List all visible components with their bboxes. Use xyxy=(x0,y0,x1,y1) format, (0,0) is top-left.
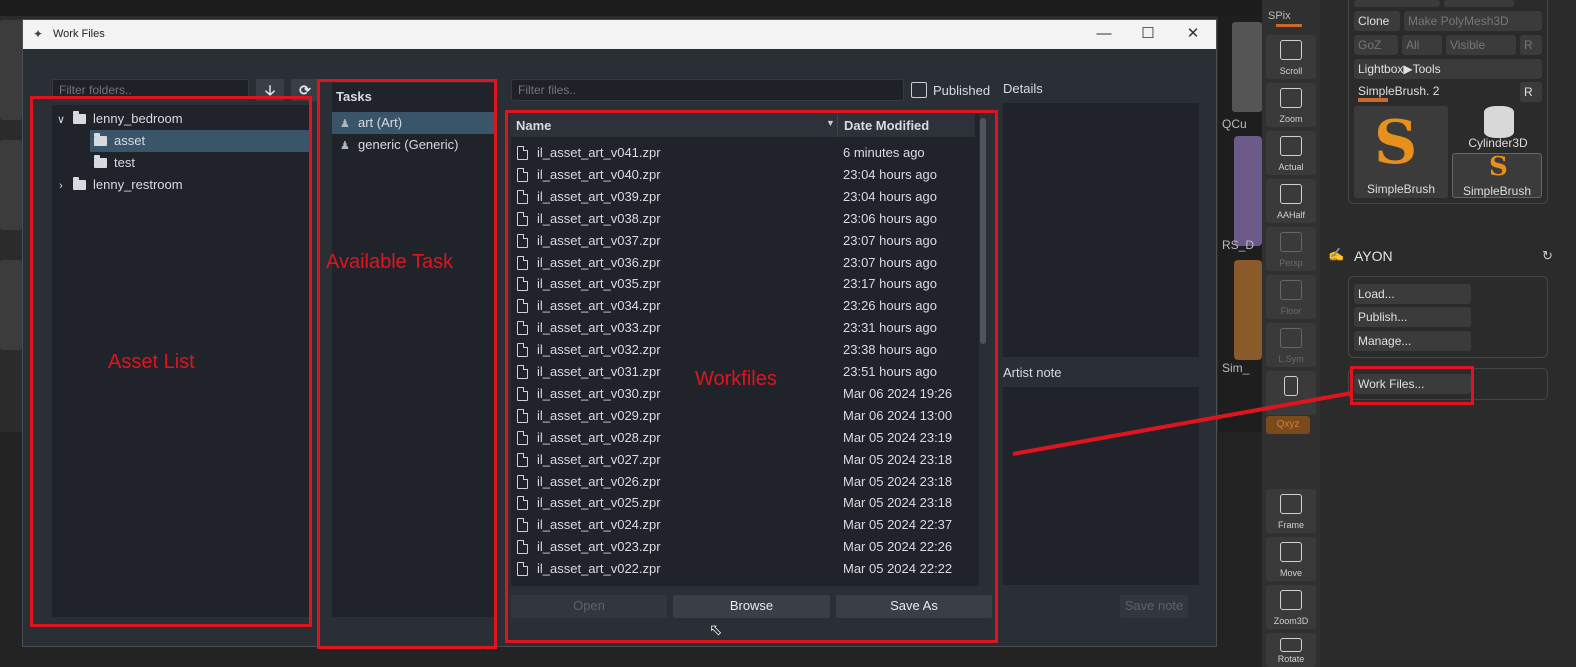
file-filter-input[interactable] xyxy=(511,79,904,101)
details-header: Details xyxy=(1003,81,1043,96)
ayon-title: AYON xyxy=(1354,248,1393,264)
published-checkbox[interactable] xyxy=(911,82,927,98)
make-polymesh-button[interactable]: Make PolyMesh3D xyxy=(1404,11,1542,31)
workfiles-annotation: Workfiles xyxy=(695,368,777,390)
close-button[interactable]: ✕ xyxy=(1182,24,1204,44)
lightbox-tools-button[interactable]: Lightbox▶Tools xyxy=(1354,59,1542,79)
save-note-button[interactable]: Save note xyxy=(1120,595,1188,618)
minimize-button[interactable]: — xyxy=(1093,24,1115,44)
side-label: QCu xyxy=(1222,117,1247,131)
mouse-cursor-icon: ⬁ xyxy=(709,622,723,639)
app-icon: ✦ xyxy=(33,27,44,41)
persp-icon xyxy=(1280,232,1302,252)
lsym-icon xyxy=(1280,328,1302,348)
aahalf-icon xyxy=(1280,184,1302,204)
title-bar: ✦ Work Files — ☐ ✕ xyxy=(23,20,1216,49)
scroll-icon xyxy=(1280,40,1302,60)
published-label: Published xyxy=(933,83,991,98)
simplebrush-s-small-icon: S xyxy=(1489,152,1508,182)
persp-tool[interactable]: Persp xyxy=(1266,227,1316,271)
rotate-icon xyxy=(1280,638,1302,652)
r-button[interactable]: R xyxy=(1520,82,1542,102)
asset-list-annotation: Asset List xyxy=(108,351,195,373)
spix-label: SPix xyxy=(1268,10,1291,22)
xyz-toggle[interactable]: Qxyz xyxy=(1266,416,1310,434)
work-files-button-highlight xyxy=(1350,366,1474,405)
import-button[interactable] xyxy=(1354,0,1440,7)
zoom3d-tool[interactable]: Zoom3D xyxy=(1266,585,1316,629)
frame-tool[interactable]: Frame xyxy=(1266,489,1316,533)
artist-note-label: Artist note xyxy=(1003,365,1062,380)
lock-icon xyxy=(1284,376,1298,396)
maximize-button[interactable]: ☐ xyxy=(1137,24,1159,44)
refresh-icon[interactable]: ↻ xyxy=(1542,248,1553,264)
move-tool[interactable]: Move xyxy=(1266,537,1316,581)
aahalf-tool[interactable]: AAHalf xyxy=(1266,179,1316,223)
background-thumbnail xyxy=(0,20,22,120)
simplebrush-s-icon: S xyxy=(1374,108,1418,178)
all-button[interactable]: All xyxy=(1402,35,1442,55)
simplebrush-small-thumbnail[interactable]: S SimpleBrush xyxy=(1452,152,1542,198)
scroll-tool[interactable]: Scroll xyxy=(1266,35,1316,79)
window-title: Work Files xyxy=(53,28,105,40)
background-thumb-column: QCu RS_D Sim_ xyxy=(1218,16,1262,432)
actual-icon xyxy=(1280,136,1302,156)
simplebrush-slider-fill xyxy=(1358,98,1388,102)
export-button[interactable] xyxy=(1444,0,1514,7)
load-button[interactable]: Load... xyxy=(1354,284,1471,304)
available-task-annotation: Available Task xyxy=(326,251,454,273)
floor-icon xyxy=(1280,280,1302,300)
zbrush-right-palette: Clone Make PolyMesh3D GoZ All Visible R … xyxy=(1320,0,1576,667)
zoom-icon xyxy=(1280,88,1302,108)
rotate-tool[interactable]: Rotate xyxy=(1266,633,1316,667)
lsym-tool[interactable]: L.Sym xyxy=(1266,323,1316,367)
cylinder-icon xyxy=(1484,106,1514,138)
background-thumbnail xyxy=(0,140,22,230)
frame-icon xyxy=(1280,494,1302,514)
zoom-tool[interactable]: Zoom xyxy=(1266,83,1316,127)
zoom3d-icon xyxy=(1280,590,1302,610)
publish-button[interactable]: Publish... xyxy=(1354,307,1471,327)
details-panel xyxy=(1003,103,1199,357)
background-thumbnail xyxy=(0,260,22,350)
goz-button[interactable]: GoZ xyxy=(1354,35,1398,55)
ayon-logo-icon: ✍ xyxy=(1328,247,1345,262)
available-task-highlight xyxy=(317,79,497,649)
simplebrush-thumbnail[interactable]: S SimpleBrush xyxy=(1354,106,1448,198)
side-label: RS_D xyxy=(1222,238,1255,252)
actual-tool[interactable]: Actual xyxy=(1266,131,1316,175)
clone-button[interactable]: Clone xyxy=(1354,11,1400,31)
cylinder3d-thumbnail[interactable]: Cylinder3D xyxy=(1454,106,1542,150)
zbrush-tool-strip: SPix Scroll Zoom Actual AAHalf Persp Flo… xyxy=(1262,0,1320,667)
spix-slider[interactable] xyxy=(1276,24,1302,27)
background-toolbar xyxy=(0,0,1262,16)
lock-tool[interactable] xyxy=(1266,371,1316,415)
r-button[interactable]: R xyxy=(1520,35,1542,55)
manage-button[interactable]: Manage... xyxy=(1354,331,1471,351)
artist-note-input[interactable] xyxy=(1003,387,1199,585)
floor-tool[interactable]: Floor xyxy=(1266,275,1316,319)
move-icon xyxy=(1280,542,1302,562)
side-label: Sim_ xyxy=(1222,361,1250,375)
visible-button[interactable]: Visible xyxy=(1446,35,1516,55)
